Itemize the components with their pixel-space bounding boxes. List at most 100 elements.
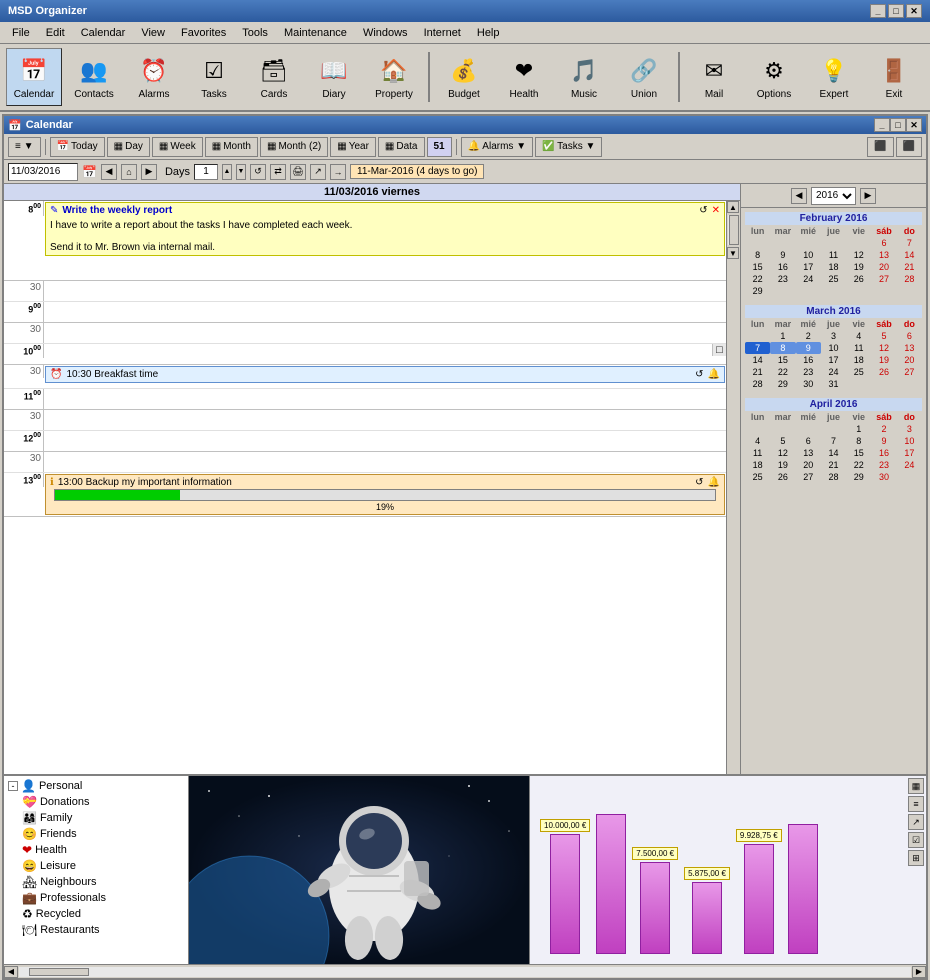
export-button[interactable]: ↗ bbox=[310, 164, 326, 180]
home-button[interactable]: ⌂ bbox=[121, 164, 137, 180]
time-label-12-30: 30 bbox=[4, 452, 44, 472]
professionals-icon: 💼 bbox=[22, 891, 37, 905]
toolbar-expert[interactable]: 💡 Expert bbox=[806, 48, 862, 106]
time-row-8: 800 ✎ Write the weekly report ↺ ✕ bbox=[4, 201, 726, 281]
toolbar-property[interactable]: 🏠 Property bbox=[366, 48, 422, 106]
year-dropdown[interactable]: 2016 2017 2015 bbox=[811, 187, 856, 205]
menu-maintenance[interactable]: Maintenance bbox=[276, 25, 355, 41]
next-year-button[interactable]: ▶ bbox=[860, 188, 876, 204]
print-button[interactable]: 🖨 bbox=[290, 164, 306, 180]
event-backup-sound[interactable]: 🔔 bbox=[708, 477, 720, 488]
tree-item-professionals[interactable]: 💼 Professionals bbox=[6, 890, 186, 906]
menu-file[interactable]: File bbox=[4, 25, 38, 41]
today-button[interactable]: 📅 Today bbox=[50, 137, 105, 157]
alarms-button[interactable]: 🔔 Alarms ▼ bbox=[461, 137, 533, 157]
calendar-picker-icon[interactable]: 📅 bbox=[82, 165, 97, 179]
current-date-input[interactable] bbox=[8, 163, 78, 181]
event-alarm-edit[interactable]: ↺ bbox=[695, 369, 703, 380]
prev-date-button[interactable]: ◀ bbox=[101, 164, 117, 180]
chart-btn4[interactable]: ☑ bbox=[908, 832, 924, 848]
inner-minimize-button[interactable]: _ bbox=[874, 118, 890, 132]
bar-fill-4 bbox=[692, 882, 722, 954]
extra-button1[interactable]: ⬛ bbox=[867, 137, 893, 157]
toolbar-union[interactable]: 🔗 Union bbox=[616, 48, 672, 106]
chart-btn2[interactable]: ≡ bbox=[908, 796, 924, 812]
refresh-button[interactable]: ↺ bbox=[250, 164, 266, 180]
event-breakfast[interactable]: ⏰ 10:30 Breakfast time ↺ 🔔 bbox=[45, 366, 725, 383]
tree-item-leisure[interactable]: 😄 Leisure bbox=[6, 858, 186, 874]
inner-maximize-button[interactable]: □ bbox=[890, 118, 906, 132]
toolbar-alarms[interactable]: ⏰ Alarms bbox=[126, 48, 182, 106]
month2-button[interactable]: ▦ Month (2) bbox=[260, 137, 328, 157]
toolbar-cards[interactable]: 🗃 Cards bbox=[246, 48, 302, 106]
tree-item-recycled[interactable]: ♻ Recycled bbox=[6, 906, 186, 922]
tree-root-personal[interactable]: - 👤 Personal bbox=[6, 778, 186, 794]
toolbar-calendar[interactable]: 📅 Calendar bbox=[6, 48, 62, 106]
data-button[interactable]: ▦ Data bbox=[378, 137, 425, 157]
days-up-button[interactable]: ▲ bbox=[222, 164, 232, 180]
menu-help[interactable]: Help bbox=[469, 25, 508, 41]
toolbar-music[interactable]: 🎵 Music bbox=[556, 48, 612, 106]
expand-personal[interactable]: - bbox=[8, 781, 18, 791]
maximize-button[interactable]: □ bbox=[888, 4, 904, 18]
event-backup[interactable]: ℹ 13:00 Backup my important information … bbox=[45, 474, 725, 515]
toolbar-mail[interactable]: ✉ Mail bbox=[686, 48, 742, 106]
next-date-button[interactable]: ▶ bbox=[141, 164, 157, 180]
sync-button[interactable]: ⇄ bbox=[270, 164, 286, 180]
tasks-button[interactable]: ✅ Tasks ▼ bbox=[535, 137, 602, 157]
tree-item-donations[interactable]: 💝 Donations bbox=[6, 794, 186, 810]
event-delete-icon[interactable]: ✕ bbox=[712, 205, 720, 216]
month-button[interactable]: ▦ Month bbox=[205, 137, 258, 157]
menu-internet[interactable]: Internet bbox=[416, 25, 469, 41]
scroll-handle[interactable]: □ bbox=[712, 344, 726, 356]
week-button[interactable]: ▦ Week bbox=[152, 137, 203, 157]
toolbar-diary[interactable]: 📖 Diary bbox=[306, 48, 362, 106]
toolbar-options[interactable]: ⚙ Options bbox=[746, 48, 802, 106]
calendar-time-grid[interactable]: 800 ✎ Write the weekly report ↺ ✕ bbox=[4, 201, 726, 774]
chart-btn5[interactable]: ⊞ bbox=[908, 850, 924, 866]
scroll-left-button[interactable]: ◀ bbox=[4, 966, 18, 978]
event-backup-edit[interactable]: ↺ bbox=[695, 477, 703, 488]
event-write-report[interactable]: ✎ Write the weekly report ↺ ✕ I have to … bbox=[45, 202, 725, 256]
tree-item-family[interactable]: 👨‍👩‍👧 Family bbox=[6, 810, 186, 826]
view-options-button[interactable]: ≡ ▼ bbox=[8, 137, 41, 157]
toolbar-tasks[interactable]: ☑ Tasks bbox=[186, 48, 242, 106]
scroll-thumb-h[interactable] bbox=[29, 968, 89, 976]
calendar-scrollbar[interactable]: ▲ ▼ bbox=[726, 201, 740, 774]
tree-item-friends[interactable]: 😊 Friends bbox=[6, 826, 186, 842]
menu-tools[interactable]: Tools bbox=[234, 25, 276, 41]
goto-button[interactable]: → bbox=[330, 164, 346, 180]
scroll-right-button[interactable]: ▶ bbox=[912, 966, 926, 978]
year-button[interactable]: ▦ Year bbox=[330, 137, 376, 157]
chart-btn3[interactable]: ↗ bbox=[908, 814, 924, 830]
extra-button2[interactable]: ⬛ bbox=[896, 137, 922, 157]
menu-view[interactable]: View bbox=[133, 25, 173, 41]
tree-panel[interactable]: - 👤 Personal 💝 Donations 👨‍👩‍👧 Family 😊 … bbox=[4, 776, 189, 964]
feb-title: February 2016 bbox=[745, 212, 922, 225]
prev-year-button[interactable]: ◀ bbox=[791, 188, 807, 204]
cal-num-button[interactable]: 51 bbox=[427, 137, 452, 157]
menu-windows[interactable]: Windows bbox=[355, 25, 416, 41]
close-button[interactable]: ✕ bbox=[906, 4, 922, 18]
day-button[interactable]: ▦ Day bbox=[107, 137, 150, 157]
toolbar-exit[interactable]: 🚪 Exit bbox=[866, 48, 922, 106]
menu-edit[interactable]: Edit bbox=[38, 25, 73, 41]
event-alarm-sound[interactable]: 🔔 bbox=[708, 369, 720, 380]
tree-item-restaurants[interactable]: 🍽 Restaurants bbox=[6, 922, 186, 938]
union-icon: 🔗 bbox=[628, 55, 660, 87]
menu-calendar[interactable]: Calendar bbox=[73, 25, 134, 41]
horizontal-scrollbar[interactable]: ◀ ▶ bbox=[4, 964, 926, 978]
inner-close-button[interactable]: ✕ bbox=[906, 118, 922, 132]
menu-favorites[interactable]: Favorites bbox=[173, 25, 234, 41]
days-down-button[interactable]: ▼ bbox=[236, 164, 246, 180]
event-edit-icon[interactable]: ↺ bbox=[699, 205, 707, 216]
toolbar-health[interactable]: ❤ Health bbox=[496, 48, 552, 106]
tree-item-health[interactable]: ❤ Health bbox=[6, 842, 186, 858]
minimize-button[interactable]: _ bbox=[870, 4, 886, 18]
tree-health-label: Health bbox=[35, 844, 67, 856]
days-input[interactable] bbox=[194, 164, 218, 180]
toolbar-contacts[interactable]: 👥 Contacts bbox=[66, 48, 122, 106]
chart-btn1[interactable]: ▦ bbox=[908, 778, 924, 794]
tree-item-neighbours[interactable]: 🏘 Neighbours bbox=[6, 874, 186, 890]
toolbar-budget[interactable]: 💰 Budget bbox=[436, 48, 492, 106]
